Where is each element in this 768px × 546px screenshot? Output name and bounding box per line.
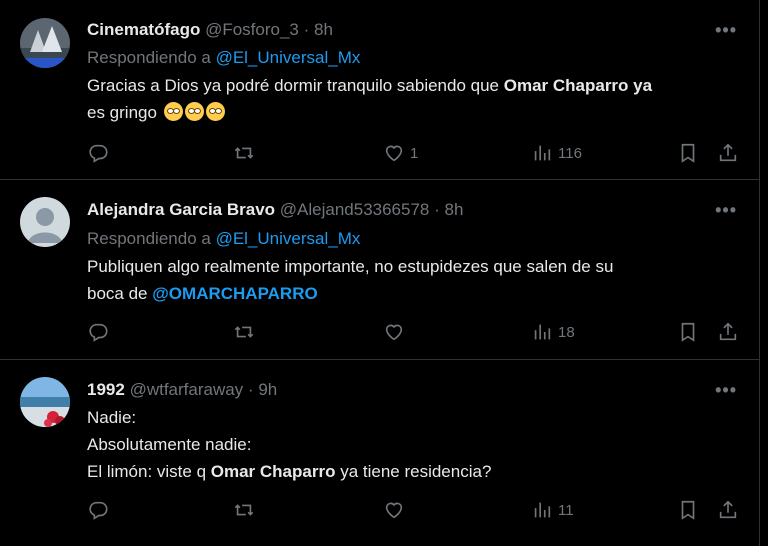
eye-roll-emoji-icon <box>205 102 225 121</box>
repost-icon <box>233 142 255 164</box>
reply-button[interactable] <box>87 497 109 523</box>
share-icon <box>717 321 739 343</box>
reply-button[interactable] <box>87 319 109 345</box>
reply-icon <box>87 499 109 521</box>
bookmark-button[interactable] <box>677 140 699 166</box>
display-name[interactable]: Cinematófago <box>87 20 200 39</box>
repost-icon <box>233 321 255 343</box>
eye-roll-emoji-icon <box>184 102 204 121</box>
avatar[interactable] <box>20 197 70 247</box>
views-button[interactable]: 11 <box>531 497 574 523</box>
tweet-text: Gracias a Dios ya podré dormir tranquilo… <box>87 76 653 122</box>
tweet-text: Publiquen algo realmente importante, no … <box>87 257 614 303</box>
tweet[interactable]: Cinematófago @Fosforo_3 · 8h ••• Respond… <box>0 0 760 180</box>
reply-button[interactable] <box>87 140 109 166</box>
heart-icon <box>383 142 405 164</box>
timestamp[interactable]: 8h <box>314 20 333 39</box>
eye-roll-emoji-icon <box>163 102 183 121</box>
user-handle[interactable]: @wtfarfaraway <box>130 380 244 399</box>
like-button[interactable]: 1 <box>383 140 418 166</box>
analytics-icon <box>531 499 553 521</box>
timestamp[interactable]: 8h <box>445 200 464 219</box>
share-icon <box>717 142 739 164</box>
share-button[interactable] <box>717 140 739 166</box>
separator: · <box>247 380 254 399</box>
user-handle[interactable]: @Alejand53366578 <box>280 200 430 219</box>
separator: · <box>303 20 310 39</box>
view-count: 11 <box>558 501 574 519</box>
like-button[interactable] <box>383 497 405 523</box>
mention-link[interactable]: @El_Universal_Mx <box>216 229 361 248</box>
view-count: 116 <box>558 144 582 162</box>
avatar[interactable] <box>20 18 70 68</box>
share-button[interactable] <box>717 497 739 523</box>
repost-button[interactable] <box>233 140 255 166</box>
mention-link[interactable]: @El_Universal_Mx <box>216 48 361 67</box>
separator: · <box>434 200 440 219</box>
display-name[interactable]: Alejandra Garcia Bravo <box>87 200 275 219</box>
share-button[interactable] <box>717 319 739 345</box>
like-button[interactable] <box>383 319 405 345</box>
more-options-icon[interactable]: ••• <box>715 380 737 401</box>
repost-button[interactable] <box>233 319 255 345</box>
views-button[interactable]: 18 <box>531 319 575 345</box>
bookmark-button[interactable] <box>677 497 699 523</box>
mention-link[interactable]: @OMARCHAPARRO <box>152 284 317 303</box>
timestamp[interactable]: 9h <box>258 380 277 399</box>
share-icon <box>717 499 739 521</box>
heart-icon <box>383 321 405 343</box>
bookmark-icon <box>677 142 699 164</box>
views-button[interactable]: 116 <box>531 140 582 166</box>
view-count: 18 <box>558 323 575 341</box>
replying-to: Respondiendo a @El_Universal_Mx <box>87 48 361 67</box>
heart-icon <box>383 499 405 521</box>
bookmark-icon <box>677 321 699 343</box>
bookmark-button[interactable] <box>677 319 699 345</box>
analytics-icon <box>531 321 553 343</box>
more-options-icon[interactable]: ••• <box>715 200 737 221</box>
like-count: 1 <box>410 144 419 162</box>
analytics-icon <box>531 142 553 164</box>
reply-icon <box>87 321 109 343</box>
tweet-text: Nadie: Absolutamente nadie: El limón: vi… <box>87 408 492 481</box>
avatar[interactable] <box>20 377 70 427</box>
user-handle[interactable]: @Fosforo_3 <box>205 20 299 39</box>
replying-to: Respondiendo a @El_Universal_Mx <box>87 229 361 248</box>
reply-icon <box>87 142 109 164</box>
tweet[interactable]: Alejandra Garcia Bravo @Alejand53366578 … <box>0 180 760 360</box>
repost-icon <box>233 499 255 521</box>
display-name[interactable]: 1992 <box>87 380 125 399</box>
bookmark-icon <box>677 499 699 521</box>
more-options-icon[interactable]: ••• <box>715 20 737 41</box>
tweet[interactable]: 1992 @wtfarfaraway · 9h ••• Nadie: Absol… <box>0 360 760 546</box>
repost-button[interactable] <box>233 497 255 523</box>
